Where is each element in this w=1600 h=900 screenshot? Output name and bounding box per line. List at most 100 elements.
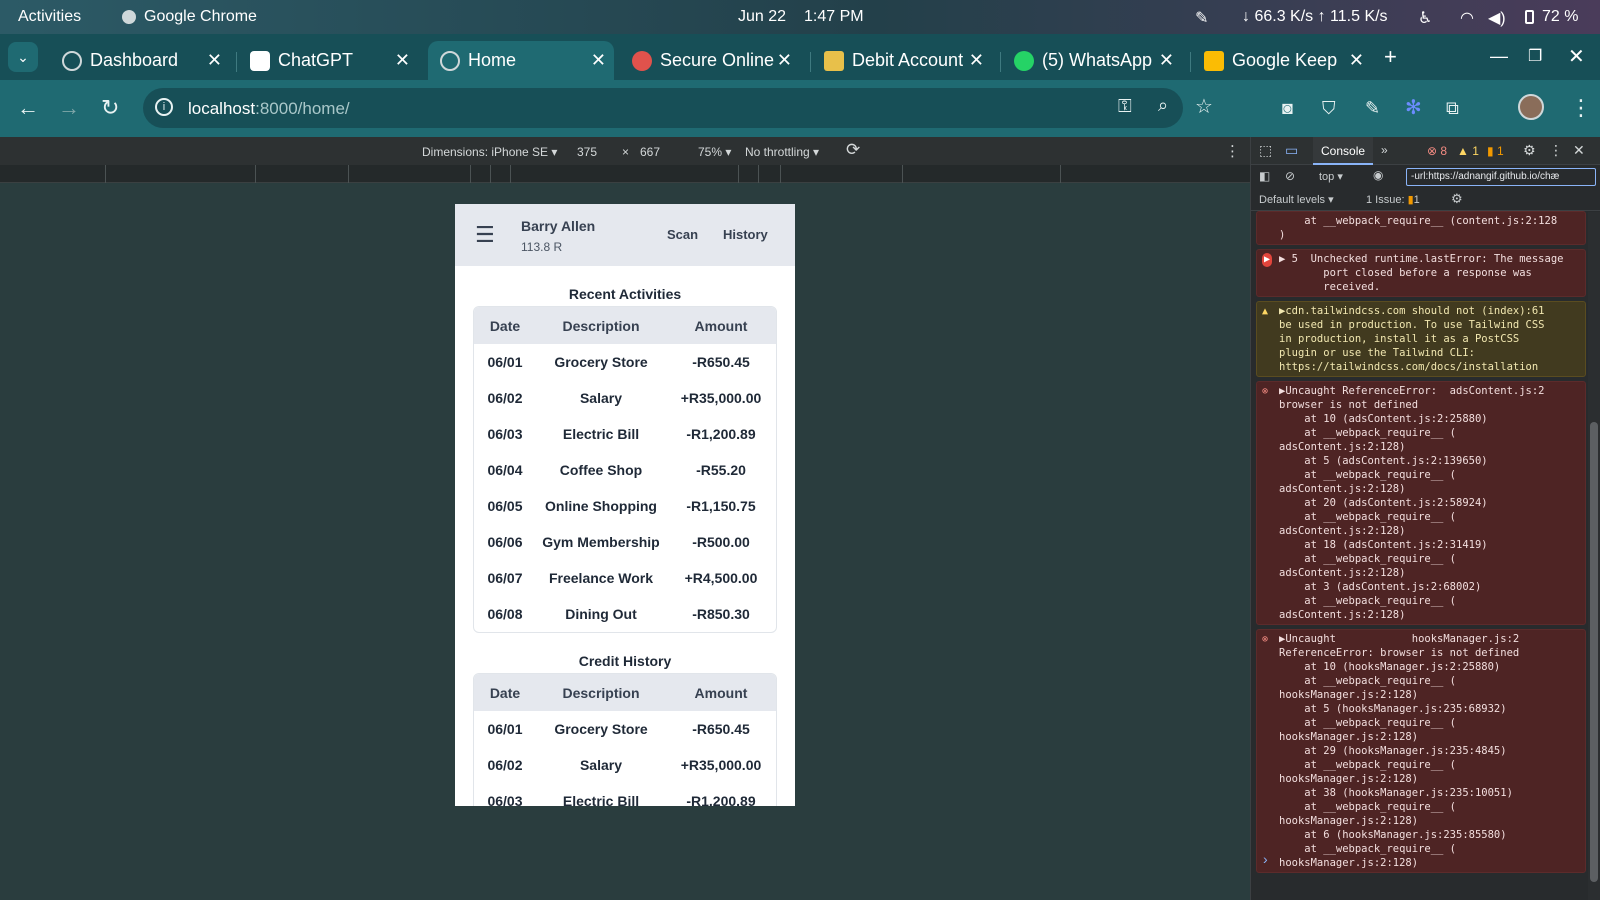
console-message[interactable]: ⊗ ▶Uncaught ReferenceError: adsContent.js… (1256, 381, 1586, 625)
tab-chatgpt[interactable]: ChatGPT ✕ (238, 41, 418, 80)
console-message[interactable]: ⊗ ▶Uncaught hooksManager.js:2 ReferenceEr… (1256, 629, 1586, 873)
context-select[interactable]: top ▾ (1319, 170, 1343, 183)
dashboard-favicon (62, 50, 82, 71)
close-tab-icon[interactable]: ✕ (1349, 50, 1364, 71)
battery-icon[interactable] (1525, 10, 1534, 24)
keep-favicon (1204, 50, 1224, 71)
times-label: × (622, 145, 630, 159)
log-levels-select[interactable]: Default levels ▾ (1259, 193, 1334, 206)
debit-favicon (824, 50, 844, 71)
issues-count[interactable]: ▮ 1 (1487, 144, 1504, 158)
console-message[interactable]: ▲ ▶cdn.tailwindcss.com should not (index)… (1256, 301, 1586, 377)
tab-secure-online-banking[interactable]: Secure Online Banking ✕ (620, 41, 800, 80)
gear-extension-icon[interactable]: ✻ (1405, 96, 1422, 120)
clock-time[interactable]: 1:47 PM (804, 8, 864, 26)
credit-history-table: Date Description Amount 06/01 Grocery Sto… (473, 673, 777, 806)
issues-link[interactable]: 1 Issue: ▮1 (1366, 193, 1420, 206)
chrome-menu-icon[interactable]: ⋮ (1570, 96, 1592, 120)
clock-date[interactable]: Jun 22 (738, 8, 786, 26)
rotate-icon[interactable]: ⟳ (846, 140, 860, 160)
warning-count[interactable]: ▲ 1 (1457, 144, 1479, 158)
devtools-panel: ⬚ ▭ Console » ⊗ 8 ▲ 1 ▮ 1 ⚙ ⋮ ✕ ◧ ⊘ top … (1250, 137, 1600, 900)
table-row: 06/02 Salary +R35,000.00 (487, 757, 762, 773)
chatgpt-favicon (250, 50, 270, 71)
menu-icon[interactable]: ☰ (475, 222, 495, 248)
new-tab-button[interactable]: + (1384, 44, 1397, 70)
history-link[interactable]: History (723, 227, 768, 242)
profile-avatar[interactable] (1518, 94, 1544, 120)
balance: 113.8 R (521, 240, 563, 254)
settings-gear-icon[interactable]: ⚙ (1523, 142, 1536, 159)
console-scrollbar[interactable] (1588, 212, 1600, 900)
battery-percent: 72 % (1542, 8, 1579, 25)
site-info-icon[interactable]: i (155, 98, 173, 116)
credit-history-title: Credit History (578, 653, 672, 669)
restore-button[interactable]: ❐ (1528, 46, 1542, 66)
console-settings-gear-icon[interactable]: ⚙ (1451, 191, 1463, 207)
forward-button[interactable]: → (58, 96, 80, 120)
close-tab-icon[interactable]: ✕ (591, 50, 606, 71)
reload-button[interactable]: ↻ (101, 96, 119, 120)
camera-extension-icon[interactable]: ◙ (1282, 96, 1293, 120)
shield-extension-icon[interactable]: ⛉ (1322, 96, 1336, 120)
device-height-input[interactable]: 667 (640, 145, 660, 159)
error-count[interactable]: ⊗ 8 (1427, 144, 1447, 158)
tab-home[interactable]: Home ✕ (428, 41, 614, 80)
zoom-select[interactable]: 75% ▾ (698, 145, 731, 159)
address-bar[interactable]: i localhost:8000/home/ ⚿ ⌕ ☆ (143, 88, 1213, 128)
table-row: 06/07 Freelance Work +R4,500.00 (487, 570, 758, 586)
bookmark-star-icon[interactable]: ☆ (1195, 94, 1213, 119)
device-select[interactable]: Dimensions: iPhone SE ▾ (422, 145, 557, 159)
system-top-bar: Activities Google Chrome Jun 22 1:47 PM … (0, 0, 1600, 34)
close-tab-icon[interactable]: ✕ (969, 50, 984, 71)
tab-search-button[interactable]: ⌄ (8, 42, 38, 72)
device-toolbar-menu-icon[interactable]: ⋮ (1225, 142, 1240, 160)
wifi-icon[interactable]: ◠ (1460, 8, 1474, 28)
close-window-button[interactable]: ✕ (1568, 44, 1585, 69)
accessibility-icon[interactable]: ♿ (1418, 8, 1432, 28)
minimize-button[interactable]: — (1490, 46, 1508, 67)
table-row: 06/03 Electric Bill -R1,200.89 (487, 426, 756, 442)
table-row: 06/03 Electric Bill -R1,200.89 (487, 793, 756, 806)
console-message[interactable]: at __webpack_require__ (content.js:2:128… (1256, 211, 1586, 245)
live-expression-eye-icon[interactable]: ◉ (1373, 168, 1383, 182)
more-tabs-icon[interactable]: » (1381, 143, 1388, 157)
app-menu[interactable]: Google Chrome (144, 8, 257, 26)
clear-console-icon[interactable]: ⊘ (1285, 169, 1295, 183)
console-prompt[interactable]: › (1263, 851, 1268, 867)
tab-debit-account[interactable]: Debit Account ✕ (812, 41, 992, 80)
tab-console[interactable]: Console (1313, 137, 1374, 165)
key-icon[interactable]: ⚿ (1118, 96, 1132, 117)
close-tab-icon[interactable]: ✕ (777, 50, 792, 71)
color-picker-icon[interactable]: ✎ (1195, 8, 1208, 28)
console-message[interactable]: ▶ ▶ 5 Unchecked runtime.lastError: The me… (1256, 249, 1586, 297)
tab-whatsapp[interactable]: (5) WhatsApp ✕ (1002, 41, 1182, 80)
scrollbar-thumb[interactable] (1590, 422, 1598, 882)
recent-activities-title: Recent Activities (568, 286, 682, 302)
tab-dashboard[interactable]: Dashboard ✕ (50, 41, 230, 80)
dropper-extension-icon[interactable]: ✎ (1365, 96, 1380, 120)
user-name: Barry Allen (521, 218, 596, 234)
device-toggle-icon[interactable]: ▭ (1285, 142, 1298, 159)
sidebar-toggle-icon[interactable]: ◧ (1259, 169, 1270, 183)
console-filter-input[interactable]: -url:https://adnangif.github.io/chæ (1406, 168, 1596, 186)
throttle-select[interactable]: No throttling ▾ (745, 145, 819, 159)
close-tab-icon[interactable]: ✕ (395, 50, 410, 71)
volume-icon[interactable]: ◀) (1488, 8, 1506, 28)
close-tab-icon[interactable]: ✕ (1159, 50, 1174, 71)
table-row: 06/01 Grocery Store -R650.45 (487, 354, 750, 370)
activities-button[interactable]: Activities (18, 8, 81, 26)
inspect-element-icon[interactable]: ⬚ (1259, 142, 1272, 159)
tab-strip: ⌄ Dashboard ✕ ChatGPT ✕ Home ✕ Secure On… (0, 34, 1600, 80)
console-toolbar: ◧ ⊘ top ▾ ◉ -url:https://adnangif.github… (1251, 165, 1600, 189)
scan-link[interactable]: Scan (667, 227, 698, 242)
devtools-menu-icon[interactable]: ⋮ (1549, 142, 1563, 159)
device-width-input[interactable]: 375 (577, 145, 597, 159)
close-devtools-icon[interactable]: ✕ (1573, 142, 1585, 159)
close-tab-icon[interactable]: ✕ (207, 50, 222, 71)
tab-google-keep[interactable]: Google Keep ✕ (1192, 41, 1372, 80)
zoom-icon[interactable]: ⌕ (1158, 95, 1168, 116)
url-text[interactable]: localhost:8000/home/ (188, 99, 350, 119)
back-button[interactable]: ← (17, 96, 39, 120)
extensions-puzzle-icon[interactable]: ⧉ (1446, 96, 1459, 120)
